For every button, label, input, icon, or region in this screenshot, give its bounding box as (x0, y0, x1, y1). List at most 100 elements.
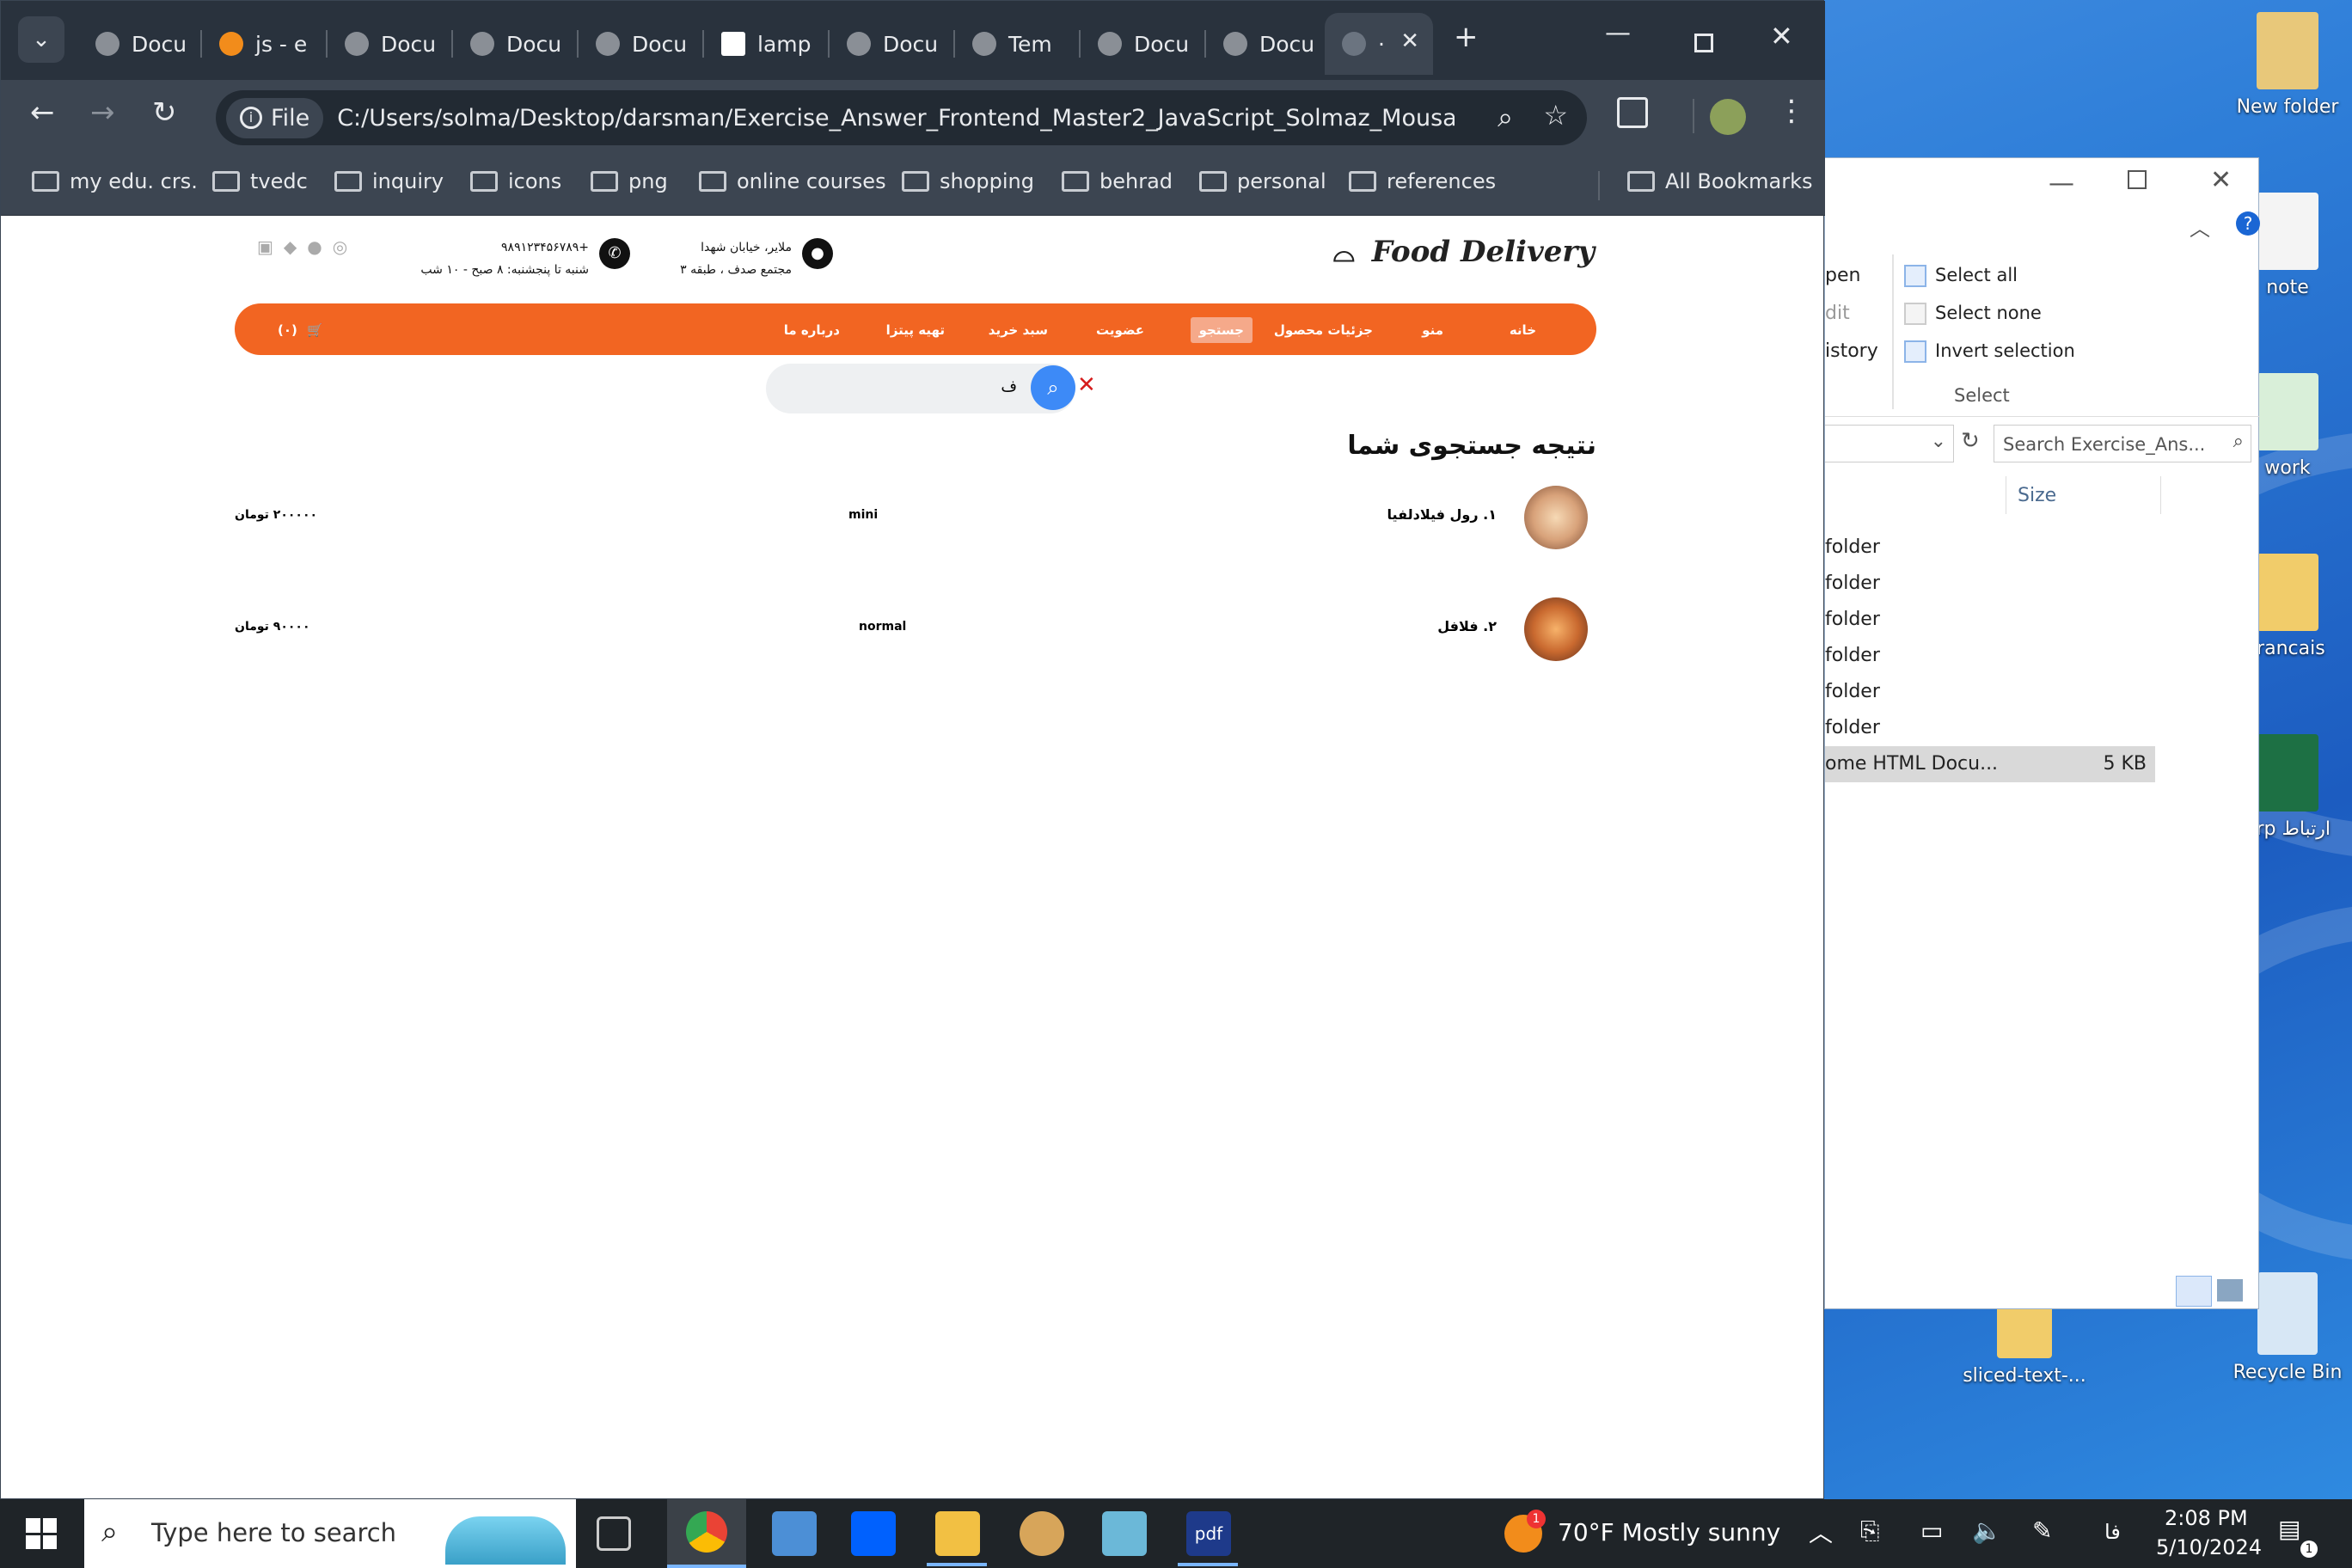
close-button[interactable]: ✕ (2210, 165, 2232, 195)
nav-item-search[interactable]: جستجو (1190, 317, 1253, 343)
minimize-button[interactable]: — (1605, 18, 1631, 48)
tab[interactable]: js - e (202, 13, 328, 75)
bookmark-folder[interactable]: icons (470, 169, 561, 193)
desktop-icon-new-folder[interactable]: New folder (2223, 12, 2352, 118)
ribbon-open[interactable]: pen (1825, 265, 1860, 286)
refresh-icon[interactable]: ↻ (1961, 428, 1980, 454)
explorer-search-box[interactable]: Search Exercise_Ans... ⌕ (1994, 425, 2251, 462)
tab-active[interactable]: · ✕ (1325, 13, 1433, 75)
all-bookmarks[interactable]: All Bookmarks (1627, 169, 1812, 193)
tab[interactable]: Docu (328, 13, 453, 75)
table-row-selected[interactable]: ome HTML Docu... 5 KB (1825, 746, 2155, 782)
twitter-icon[interactable]: ◆ (284, 236, 297, 257)
tab[interactable]: Docu (1081, 13, 1206, 75)
extensions-icon[interactable] (1617, 97, 1648, 128)
clear-search-icon[interactable]: ✕ (1077, 372, 1096, 398)
zoom-icon[interactable]: ⌕ (1498, 101, 1513, 134)
forward-icon[interactable]: → (90, 95, 115, 130)
laptop-app-icon[interactable] (772, 1511, 817, 1556)
address-dropdown[interactable]: ⌄ (1825, 425, 1954, 462)
select-all-button[interactable]: Select all (1935, 265, 2018, 285)
minimize-button[interactable]: — (2049, 168, 2074, 199)
close-button[interactable]: ✕ (1770, 20, 1793, 52)
file-row-type[interactable]: folder (1825, 681, 1880, 702)
new-tab-button[interactable]: + (1454, 20, 1479, 54)
file-row-type[interactable]: folder (1825, 645, 1880, 666)
site-logo[interactable]: ⌓ Food Delivery (1333, 235, 1595, 269)
nav-item-menu[interactable]: منو (1413, 317, 1452, 343)
paint-icon[interactable] (1020, 1511, 1064, 1556)
close-tab-icon[interactable]: ✕ (1400, 28, 1419, 54)
search-input[interactable]: ف ⌕ (766, 364, 1075, 413)
search-button[interactable]: ⌕ (1031, 365, 1075, 410)
desktop-icon-sliced-text[interactable]: sliced-text-... (1960, 1298, 2089, 1387)
weather-icon[interactable]: 1 (1504, 1510, 1546, 1553)
profile-avatar[interactable] (1710, 99, 1746, 135)
file-row-type[interactable]: folder (1825, 609, 1880, 630)
maximize-button[interactable] (2128, 170, 2147, 189)
bookmark-folder[interactable]: personal (1199, 169, 1326, 193)
nav-item-signup[interactable]: عضویت (1087, 317, 1153, 343)
pen-icon[interactable]: ✎ (2032, 1516, 2052, 1545)
tab[interactable]: Docu (78, 13, 202, 75)
details-view-icon[interactable] (2176, 1276, 2212, 1307)
file-row-type[interactable]: folder (1825, 717, 1880, 738)
reload-icon[interactable]: ↻ (152, 95, 177, 130)
maximize-button[interactable] (1694, 34, 1713, 52)
notes-app-icon[interactable] (1102, 1511, 1147, 1556)
thumbnail-view-icon[interactable] (2217, 1279, 2243, 1302)
dropbox-icon[interactable] (851, 1511, 896, 1556)
clock-time[interactable]: 2:08 PM (2165, 1506, 2248, 1530)
cart-button[interactable]: (۰) 🛒 (269, 317, 332, 343)
weather-text[interactable]: 70°F Mostly sunny (1558, 1518, 1780, 1547)
chevron-up-icon[interactable]: ︿ (1809, 1515, 1833, 1549)
instagram-icon[interactable]: ◎ (333, 236, 347, 257)
bookmark-star-icon[interactable]: ☆ (1543, 99, 1568, 132)
nav-item-cart[interactable]: سبد خرید (980, 317, 1057, 343)
taskbar-search[interactable]: ⌕ Type here to search (84, 1499, 576, 1568)
column-header-size[interactable]: Size (2018, 485, 2056, 506)
tab-search-button[interactable]: ⌄ (18, 16, 64, 63)
site-info-chip[interactable]: i File (226, 97, 324, 138)
menu-icon[interactable]: ⋮ (1777, 94, 1806, 128)
notification-icon[interactable]: ▤ (2278, 1515, 2300, 1543)
file-explorer-icon[interactable] (935, 1511, 980, 1556)
linkedin-icon[interactable]: ▣ (257, 236, 273, 257)
bookmark-folder[interactable]: my edu. crs. (32, 169, 198, 193)
task-view-icon[interactable] (597, 1516, 631, 1551)
collapse-ribbon-icon[interactable]: ︿ (2190, 211, 2210, 242)
bookmark-folder[interactable]: references (1349, 169, 1496, 193)
tab[interactable]: Docu (830, 13, 955, 75)
tab[interactable]: Docu (453, 13, 579, 75)
bookmark-folder[interactable]: inquiry (334, 169, 444, 193)
bookmark-folder[interactable]: online courses (699, 169, 886, 193)
help-icon[interactable]: ? (2236, 211, 2260, 236)
select-none-button[interactable]: Select none (1935, 303, 2042, 323)
battery-icon[interactable]: ▭ (1920, 1516, 1943, 1545)
invert-selection-button[interactable]: Invert selection (1935, 340, 2075, 361)
windows-start-icon[interactable] (26, 1518, 57, 1549)
tab[interactable]: Tem (955, 13, 1081, 75)
ribbon-edit[interactable]: dit (1825, 303, 1850, 324)
file-row-type[interactable]: folder (1825, 573, 1880, 594)
nav-item-pizza[interactable]: تهیه پیتزا (878, 317, 953, 343)
language-indicator[interactable]: فا (2104, 1520, 2121, 1544)
tab[interactable]: Docu (1206, 13, 1332, 75)
bookmark-folder[interactable]: png (591, 169, 668, 193)
volume-icon[interactable]: 🔈 (1972, 1516, 2002, 1545)
address-bar[interactable]: i File C:/Users/solma/Desktop/darsman/Ex… (216, 90, 1587, 145)
meet-icon[interactable]: ⎘ (1860, 1516, 1879, 1546)
tab[interactable]: lamp (704, 13, 830, 75)
nav-item-home[interactable]: خانه (1501, 317, 1545, 343)
ribbon-history[interactable]: istory (1825, 340, 1878, 362)
facebook-icon[interactable]: ● (307, 236, 322, 257)
result-row[interactable]: ۲. فلافل normal ۹۰۰۰۰ تومان (235, 597, 1596, 666)
back-icon[interactable]: ← (30, 95, 55, 130)
tab[interactable]: Docu (579, 13, 704, 75)
file-row-type[interactable]: folder (1825, 536, 1880, 558)
taskbar-chrome-active[interactable] (667, 1499, 746, 1568)
bookmark-folder[interactable]: tvedc (212, 169, 308, 193)
nav-item-product-details[interactable]: جزئیات محصول (1265, 317, 1381, 343)
result-row[interactable]: ۱. رول فیلادلفیا mini ۲۰۰۰۰۰ تومان (235, 486, 1596, 554)
pdf-app-icon[interactable]: pdf (1186, 1511, 1231, 1556)
